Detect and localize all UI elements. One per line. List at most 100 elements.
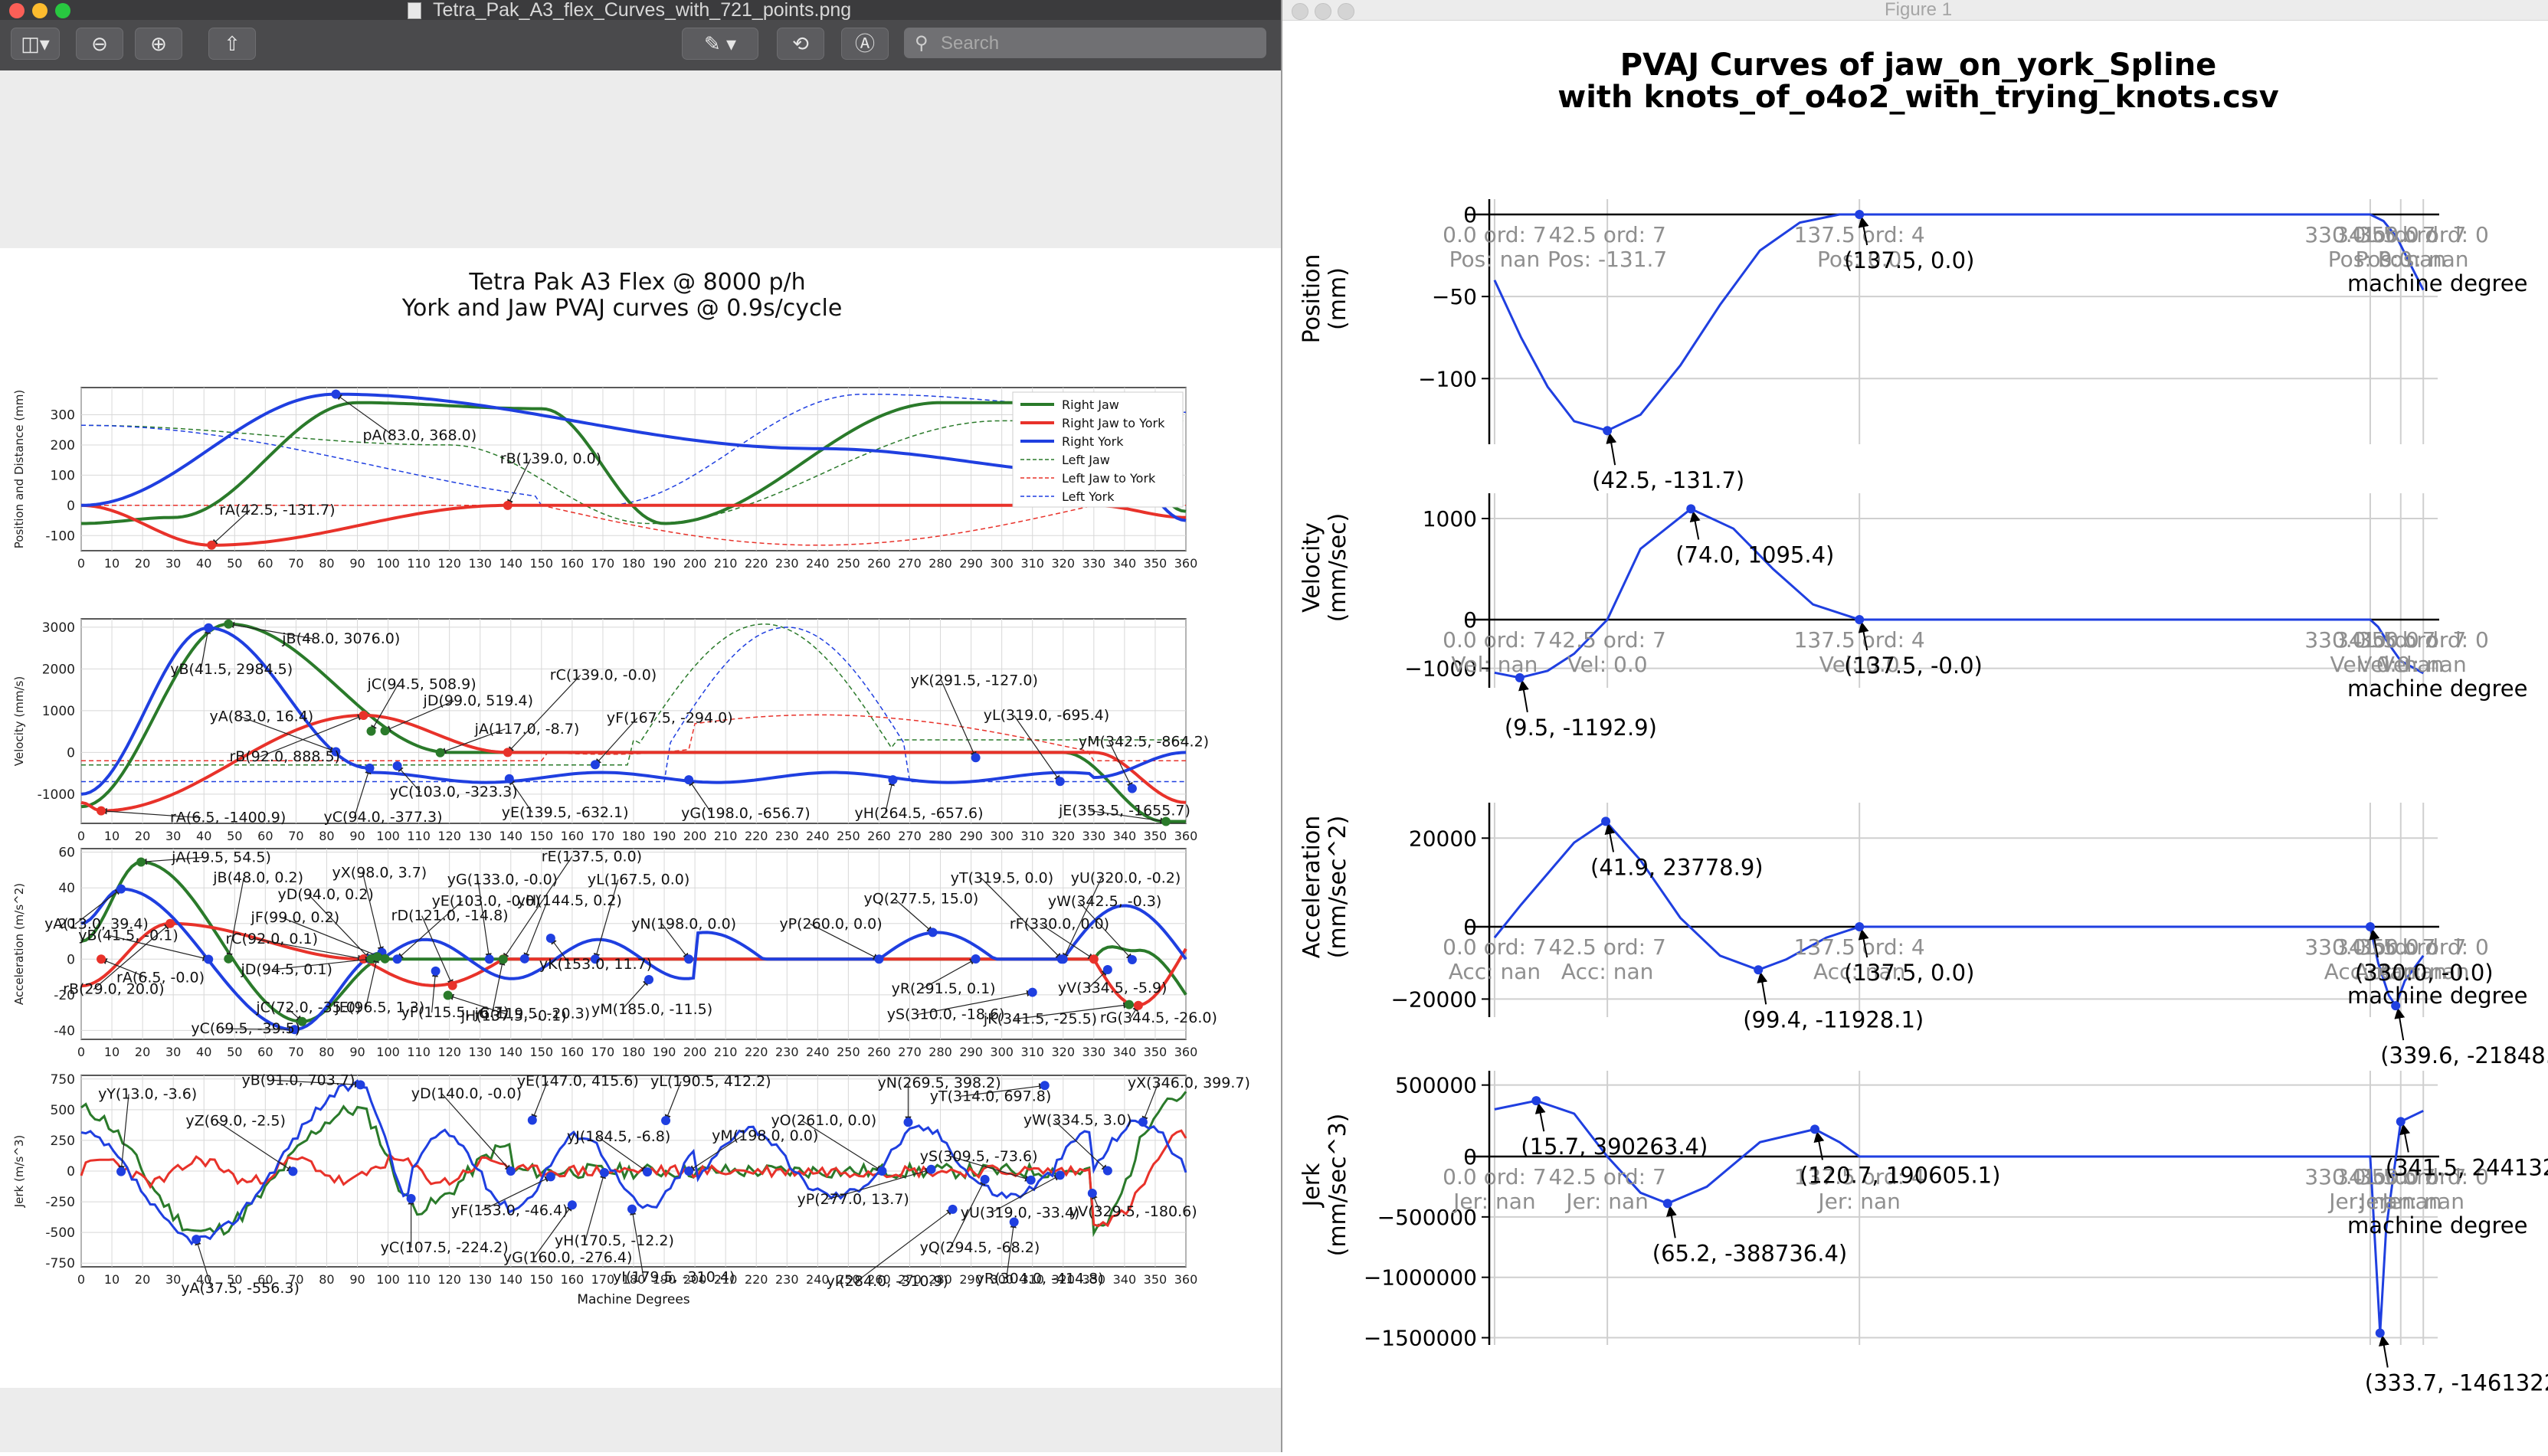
label-point [366, 726, 376, 736]
x-tick-label: 100 [376, 829, 400, 843]
share-button[interactable]: ⇧ [208, 28, 256, 60]
point-label: jD(99.0, 519.4) [423, 692, 534, 709]
point-label: yF(167.5, -294.0) [607, 709, 733, 726]
markup-toolbar-button[interactable]: Ⓐ [841, 28, 889, 60]
label-point [1058, 954, 1068, 964]
point-label: yF(153.0, -46.4) [451, 1202, 568, 1219]
point-label: yQ(277.5, 15.0) [864, 890, 979, 907]
point-label: yO(261.0, 0.0) [771, 1112, 876, 1129]
point-label: yU(319.0, -33.4) [961, 1204, 1080, 1221]
label-point [1009, 1217, 1019, 1227]
x-tick-label: 310 [1020, 829, 1044, 843]
x-unit-note: machine degree [2347, 676, 2527, 702]
x-tick-label: 150 [530, 829, 554, 843]
zoom-in-button[interactable]: ⊕ [135, 28, 182, 60]
x-tick-label: 130 [468, 1045, 492, 1059]
x-tick-label: 30 [165, 829, 181, 843]
zoom-window-button[interactable] [1338, 3, 1354, 20]
knot-value-label: Vel: nan [1451, 652, 1538, 677]
point-label: rB(92.0, 888.5) [230, 748, 340, 765]
label-point [97, 954, 106, 964]
x-tick-label: 190 [653, 556, 676, 571]
search-placeholder: Search [941, 33, 1000, 54]
point-label: yM(198.0, 0.0) [712, 1127, 818, 1144]
y-tick-label: 0 [67, 1164, 75, 1180]
y-tick-label: −1000000 [1364, 1265, 1477, 1291]
label-point [888, 775, 898, 785]
figure-title: PVAJ Curves of jaw_on_york_Spline [1620, 47, 2217, 83]
label-point [116, 1166, 126, 1176]
label-point [207, 540, 217, 550]
point-label: yC(107.5, -224.2) [381, 1239, 509, 1256]
label-point [519, 954, 529, 964]
annotation-point [1855, 922, 1865, 931]
markup-pen-button[interactable]: ✎ ▾ [682, 28, 758, 60]
share-icon: ⇧ [224, 32, 241, 55]
y-tick-label: 250 [51, 1134, 75, 1149]
point-label: yA(83.0, 16.4) [209, 708, 313, 725]
x-tick-label: 340 [1113, 1272, 1137, 1287]
x-tick-label: 140 [499, 556, 523, 571]
x-tick-label: 270 [898, 1045, 922, 1059]
x-tick-label: 360 [1174, 829, 1198, 843]
png-file-icon [408, 2, 421, 19]
knot-value-label: Jer: nan [1564, 1189, 1649, 1214]
x-tick-label: 330 [1082, 829, 1106, 843]
annotation-point [1601, 816, 1611, 826]
sidebar-toggle-button[interactable]: ◫▾ [11, 28, 60, 60]
close-window-button[interactable] [1292, 3, 1308, 20]
rotate-button[interactable]: ⟲ [777, 28, 824, 60]
x-tick-label: 320 [1052, 1045, 1076, 1059]
point-label: yX(98.0, 3.7) [332, 865, 427, 882]
point-label: rG(344.5, -26.0) [1100, 1009, 1217, 1026]
annotation-label: (330.0, -0.0) [2355, 960, 2494, 986]
knot-value-label: Vel: nan [2380, 652, 2467, 677]
x-tick-label: 0 [77, 1272, 85, 1287]
knot-value-label: Acc: nan [1449, 959, 1541, 984]
knot-value-label: Jer: nan [2380, 1189, 2464, 1214]
pen-icon: ✎ ▾ [703, 32, 737, 55]
point-label: jK(341.5, -25.5) [983, 1011, 1097, 1028]
x-tick-label: 180 [622, 829, 646, 843]
annotation-label: (9.5, -1192.9) [1505, 715, 1657, 741]
preview-background-top [0, 70, 1281, 248]
x-tick-label: 350 [1144, 1045, 1168, 1059]
y-tick-label: 1000 [1423, 506, 1477, 532]
minimize-window-button[interactable] [1315, 3, 1331, 20]
close-window-button[interactable] [9, 3, 25, 18]
label-point [590, 760, 600, 770]
x-tick-label: 40 [196, 556, 211, 571]
preview-titlebar[interactable]: Tetra_Pak_A3_flex_Curves_with_721_points… [0, 0, 1281, 20]
search-field[interactable]: ⚲ Search [904, 28, 1266, 58]
knot-value-label: Acc: nan [1561, 959, 1653, 984]
x-tick-label: 120 [437, 829, 461, 843]
label-point [1102, 965, 1112, 975]
knot-label: 42.5 ord: 7 [1548, 627, 1665, 653]
x-tick-label: 90 [349, 829, 365, 843]
y-tick-label: 200 [51, 438, 75, 453]
label-point [874, 954, 884, 964]
label-point [1102, 1166, 1112, 1176]
zoom-out-button[interactable]: ⊖ [76, 28, 123, 60]
x-tick-label: 110 [407, 1272, 431, 1287]
x-tick-label: 150 [530, 1272, 554, 1287]
annotation-label: (15.7, 390263.4) [1521, 1134, 1708, 1160]
preview-background-bottom [0, 1388, 1281, 1452]
x-tick-label: 50 [227, 556, 242, 571]
zoom-window-button[interactable] [55, 3, 70, 18]
pvaj-spline-chart: PVAJ Curves of jaw_on_york_Splinewith kn… [1299, 47, 2548, 1395]
x-tick-label: 200 [683, 556, 707, 571]
figure-window: Figure 1 PVAJ Curves of jaw_on_york_Spli… [1282, 0, 2548, 1452]
point-label: yT(314.0, 697.8) [930, 1088, 1052, 1104]
point-label: yD(140.0, -0.0) [411, 1085, 522, 1102]
x-tick-label: 130 [468, 556, 492, 571]
x-tick-label: 230 [775, 1045, 799, 1059]
x-tick-label: 10 [104, 1272, 120, 1287]
figure-titlebar[interactable]: Figure 1 [1282, 0, 2548, 21]
x-tick-label: 10 [104, 556, 120, 571]
minimize-window-button[interactable] [32, 3, 47, 18]
x-tick-label: 0 [77, 556, 85, 571]
knot-label: 42.5 ord: 7 [1548, 222, 1665, 247]
annotation-arrow [1518, 679, 1529, 713]
legend-entry: Right Jaw to York [1062, 416, 1165, 430]
